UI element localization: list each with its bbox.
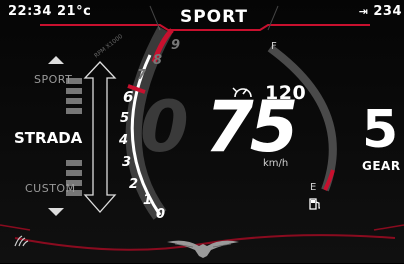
rpm-tick-1: 1: [143, 193, 153, 208]
mode-header: SPORT: [160, 5, 268, 29]
mode-down-button[interactable]: [43, 204, 69, 220]
traction-control-icon: [12, 232, 32, 248]
fuel-pump-icon: [308, 196, 322, 210]
rpm-tick-3: 3: [122, 155, 132, 170]
speed-ghost-digit: 0: [140, 86, 189, 168]
temperature: 21°c: [57, 4, 92, 19]
gear-value: 5: [362, 100, 399, 160]
clock: 22:34: [8, 4, 52, 19]
mode-up-button[interactable]: [43, 52, 69, 68]
rpm-tick-9: 9: [171, 38, 181, 53]
cruise-control-icon: [232, 83, 254, 101]
rpm-tick-6: 6: [123, 88, 134, 106]
fuel-empty-label: E: [310, 182, 317, 193]
rpm-tick-2: 2: [129, 177, 139, 192]
ride-mode-custom[interactable]: CUSTOM: [25, 182, 76, 195]
rpm-tick-5: 5: [120, 111, 130, 126]
odometer: ⇥ 234: [359, 4, 402, 19]
rpm-tick-4: 4: [119, 133, 129, 148]
rpm-tick-7: 7: [137, 68, 147, 83]
eagle-logo: [165, 234, 241, 260]
rpm-tick-8: 8: [153, 53, 163, 68]
mode-title: SPORT: [179, 7, 249, 27]
cruise-speed: 120: [265, 82, 307, 104]
ride-mode-sport[interactable]: SPORT: [34, 73, 72, 86]
odometer-value: 234: [373, 4, 402, 19]
ride-mode-strada[interactable]: STRADA: [14, 129, 82, 147]
rpm-tick-0: 0: [156, 207, 166, 222]
gear-label: GEAR: [362, 159, 401, 173]
speed-unit: km/h: [263, 158, 289, 169]
fuel-full-label: F: [271, 41, 277, 52]
odometer-icon: ⇥: [358, 5, 369, 18]
